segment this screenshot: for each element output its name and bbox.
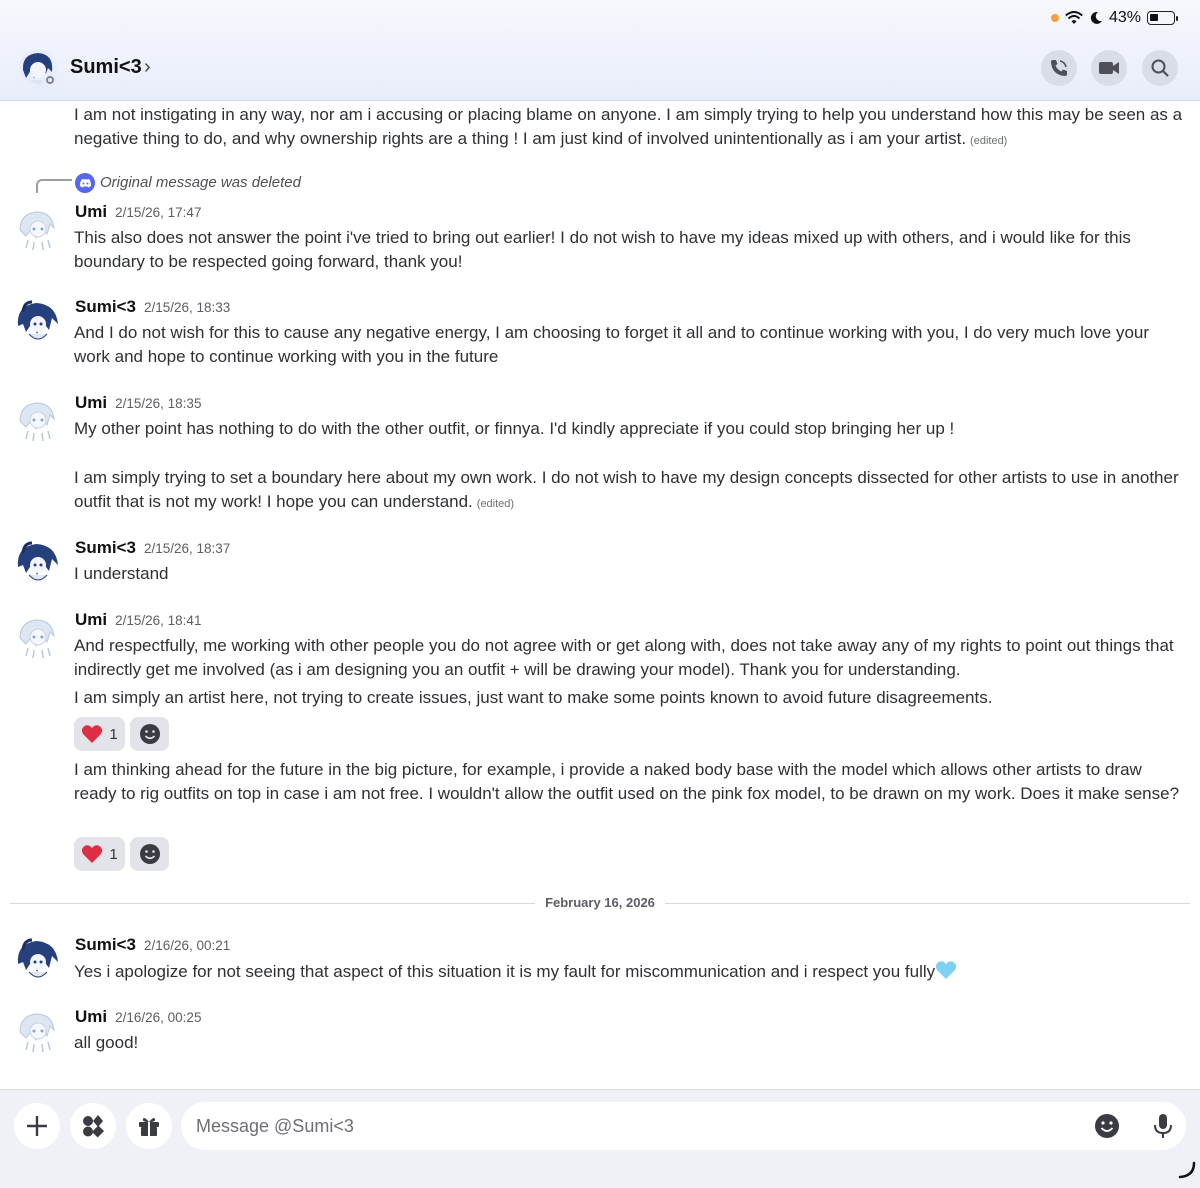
message-timestamp: 2/16/26, 00:21 (143, 938, 231, 953)
message-author[interactable]: Umi 2/16/26, 00:25 (75, 1007, 201, 1027)
message-text: This also does not answer the point i've… (74, 228, 1131, 271)
light-blue-heart-icon (936, 961, 957, 979)
reply-deleted-text[interactable]: Original message was deleted (100, 174, 301, 191)
message-author[interactable]: Sumi<3 2/15/26, 18:37 (75, 538, 230, 558)
attach-button[interactable] (14, 1103, 60, 1149)
voice-message-button[interactable] (1147, 1110, 1179, 1142)
message-text: My other point has nothing to do with th… (74, 419, 955, 438)
avatar[interactable] (14, 204, 62, 252)
gift-button[interactable] (126, 1103, 172, 1149)
reply-connector (36, 179, 72, 193)
heart-icon (82, 845, 103, 863)
heart-icon (82, 725, 103, 743)
status-bar: 43% (1050, 8, 1178, 28)
message-timestamp: 2/15/26, 18:35 (115, 396, 202, 411)
message-text: And I do not wish for this to cause any … (74, 323, 1150, 366)
avatar[interactable] (14, 612, 62, 660)
search-button[interactable] (1142, 50, 1178, 86)
battery-tip (1176, 15, 1178, 21)
status-indicator (42, 72, 58, 88)
avatar[interactable] (14, 936, 62, 984)
phone-icon (1051, 60, 1067, 76)
reaction-heart[interactable]: 1 (74, 837, 125, 871)
message-text: I am thinking ahead for the future in th… (74, 760, 1180, 803)
battery-icon (1147, 11, 1175, 25)
message-input[interactable]: Message @Sumi<3 (181, 1102, 1186, 1150)
edited-label: (edited) (970, 135, 1008, 147)
date-divider: February 16, 2026 (535, 895, 665, 910)
battery-percent: 43% (1108, 9, 1141, 26)
avatar[interactable] (14, 298, 62, 346)
smiley-icon (1095, 1114, 1119, 1138)
message-author[interactable]: Sumi<3 2/15/26, 18:33 (75, 297, 230, 317)
message-timestamp: 2/15/26, 18:37 (143, 541, 231, 556)
message-timestamp: 2/15/26, 18:33 (143, 300, 231, 315)
emoji-button[interactable] (1091, 1110, 1123, 1142)
microphone-icon (1154, 1114, 1172, 1138)
header-username[interactable]: Sumi<3 (70, 56, 142, 79)
message-author[interactable]: Umi 2/15/26, 18:41 (75, 610, 201, 630)
apps-icon (83, 1115, 105, 1138)
add-reaction-button[interactable] (130, 837, 169, 871)
message-text: Yes i apologize for not seeing that aspe… (74, 960, 1186, 984)
message-timestamp: 2/16/26, 00:25 (115, 1010, 202, 1025)
smiley-icon (139, 724, 160, 744)
message-text: I understand (74, 564, 169, 583)
message-text: I am simply an artist here, not trying t… (74, 688, 993, 707)
message-author[interactable]: Sumi<3 2/16/26, 00:21 (75, 935, 230, 955)
avatar[interactable] (14, 395, 62, 443)
smiley-icon (139, 844, 160, 864)
wifi-icon (1065, 11, 1083, 24)
top-bar: 43% Sumi<3 › (0, 0, 1200, 101)
add-reaction-button[interactable] (130, 717, 169, 751)
video-camera-icon (1099, 62, 1119, 74)
reaction-count: 1 (109, 725, 118, 743)
voice-call-button[interactable] (1041, 50, 1077, 86)
reaction-heart[interactable]: 1 (74, 717, 125, 751)
apps-button[interactable] (70, 1103, 116, 1149)
chevron-right-icon[interactable]: › (144, 56, 151, 79)
edited-label: (edited) (476, 498, 515, 510)
gift-icon (139, 1118, 159, 1136)
message-timestamp: 2/15/26, 18:41 (115, 613, 202, 628)
plus-icon (27, 1116, 47, 1136)
avatar[interactable] (14, 539, 62, 587)
message-author[interactable]: Umi 2/15/26, 18:35 (75, 393, 201, 413)
privacy-indicator-icon (1050, 14, 1059, 22)
message-timestamp: 2/15/26, 17:47 (115, 205, 202, 220)
discord-icon (75, 173, 95, 193)
message-text: I am simply trying to set a boundary her… (74, 468, 1179, 511)
avatar[interactable] (14, 1006, 62, 1054)
message-text: And respectfully, me working with other … (74, 636, 1174, 679)
reaction-count: 1 (109, 845, 118, 863)
message-text: I am not instigating in any way, nor am … (74, 105, 1183, 148)
message-text: all good! (74, 1033, 139, 1052)
search-icon (1151, 59, 1169, 77)
message-author[interactable]: Umi 2/15/26, 17:47 (75, 202, 201, 222)
moon-icon (1090, 11, 1102, 24)
video-call-button[interactable] (1091, 50, 1127, 86)
loading-spinner-icon (1178, 1161, 1196, 1179)
